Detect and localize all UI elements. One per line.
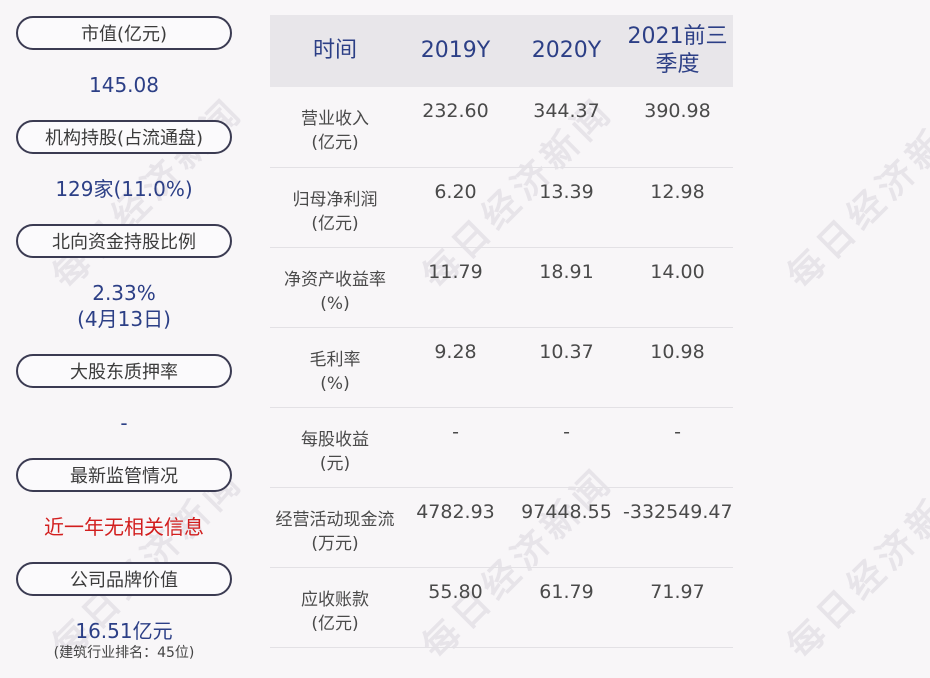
table-row: 经营活动现金流 (万元) 4782.93 97448.55 -332549.47 [270, 487, 733, 568]
northbound-ratio-value: 2.33% [92, 281, 156, 305]
brand-rank-note: (建筑行业排名：45位) [53, 645, 195, 661]
market-cap-value: 145.08 [89, 73, 159, 97]
metric-value: 61.79 [511, 567, 622, 648]
metric-value: 97448.55 [511, 487, 622, 568]
metric-label: 归母净利润 [292, 189, 378, 210]
metric-unit: (%) [320, 293, 350, 314]
metric-value: - [622, 407, 733, 488]
metric-value: 18.91 [511, 247, 622, 328]
metric-value: 13.39 [511, 167, 622, 248]
metric-label: 经营活动现金流 [275, 509, 395, 530]
metric-value: 55.80 [400, 567, 511, 648]
table-row: 应收账款 (亿元) 55.80 61.79 71.97 [270, 567, 733, 648]
metric-value: 232.60 [400, 87, 511, 168]
watermark: 每日经济新闻 [779, 459, 930, 668]
regulation-value: 近一年无相关信息 [44, 515, 204, 539]
table-header-row: 时间 2019Y 2020Y 2021前三季度 [270, 15, 733, 87]
metric-value: 12.98 [622, 167, 733, 248]
metric-value: - [511, 407, 622, 488]
metric-value: 390.98 [622, 87, 733, 168]
metric-name: 每股收益 (元) [270, 407, 400, 488]
financial-table: 时间 2019Y 2020Y 2021前三季度 营业收入 (亿元) 232.60 34… [270, 15, 733, 648]
metric-value: - [400, 407, 511, 488]
metric-name: 归母净利润 (亿元) [270, 167, 400, 248]
table-row: 净资产收益率 (%) 11.79 18.91 14.00 [270, 247, 733, 328]
regulation-label: 最新监管情况 [16, 458, 232, 492]
watermark: 每日经济新闻 [779, 89, 930, 298]
metric-unit: (万元) [311, 533, 359, 554]
header-time: 时间 [270, 15, 400, 87]
metric-value: 344.37 [511, 87, 622, 168]
metric-name: 应收账款 (亿元) [270, 567, 400, 648]
metric-name: 营业收入 (亿元) [270, 87, 400, 168]
header-2020: 2020Y [511, 15, 622, 87]
metric-value: 71.97 [622, 567, 733, 648]
metric-label: 营业收入 [301, 109, 369, 129]
brand-value: 16.51亿元 [75, 619, 173, 643]
table-row: 营业收入 (亿元) 232.60 344.37 390.98 [270, 87, 733, 168]
metric-value: 9.28 [400, 327, 511, 408]
pledge-ratio-label: 大股东质押率 [16, 354, 232, 388]
northbound-ratio-date: (4月13日) [77, 307, 171, 331]
metric-unit: (亿元) [311, 133, 359, 153]
metric-label: 应收账款 [301, 589, 369, 610]
metric-unit: (亿元) [311, 613, 359, 634]
market-cap-label: 市值(亿元) [16, 16, 232, 50]
header-2019: 2019Y [400, 15, 511, 87]
metric-unit: (%) [320, 373, 350, 394]
metric-value: 10.37 [511, 327, 622, 408]
metric-name: 毛利率 (%) [270, 327, 400, 408]
metric-value: 10.98 [622, 327, 733, 408]
metric-value: 11.79 [400, 247, 511, 328]
metric-name: 净资产收益率 (%) [270, 247, 400, 328]
table-row: 毛利率 (%) 9.28 10.37 10.98 [270, 327, 733, 408]
metric-unit: (亿元) [311, 213, 359, 234]
metric-name: 经营活动现金流 (万元) [270, 487, 400, 568]
header-2021q3: 2021前三季度 [622, 15, 733, 87]
metric-label: 净资产收益率 [284, 269, 386, 290]
table-row: 每股收益 (元) - - - [270, 407, 733, 488]
metric-value: 14.00 [622, 247, 733, 328]
metric-value: 6.20 [400, 167, 511, 248]
metric-value: -332549.47 [622, 487, 733, 568]
metric-unit: (元) [319, 453, 351, 474]
northbound-ratio-label: 北向资金持股比例 [16, 224, 232, 258]
metric-value: 4782.93 [400, 487, 511, 568]
institution-holding-label: 机构持股(占流通盘) [16, 120, 232, 154]
institution-holding-value: 129家(11.0%) [55, 177, 193, 201]
table-row: 归母净利润 (亿元) 6.20 13.39 12.98 [270, 167, 733, 248]
metric-label: 毛利率 [309, 349, 361, 370]
metric-label: 每股收益 [301, 429, 369, 450]
pledge-ratio-value: - [120, 411, 128, 435]
brand-value-label: 公司品牌价值 [16, 562, 232, 596]
